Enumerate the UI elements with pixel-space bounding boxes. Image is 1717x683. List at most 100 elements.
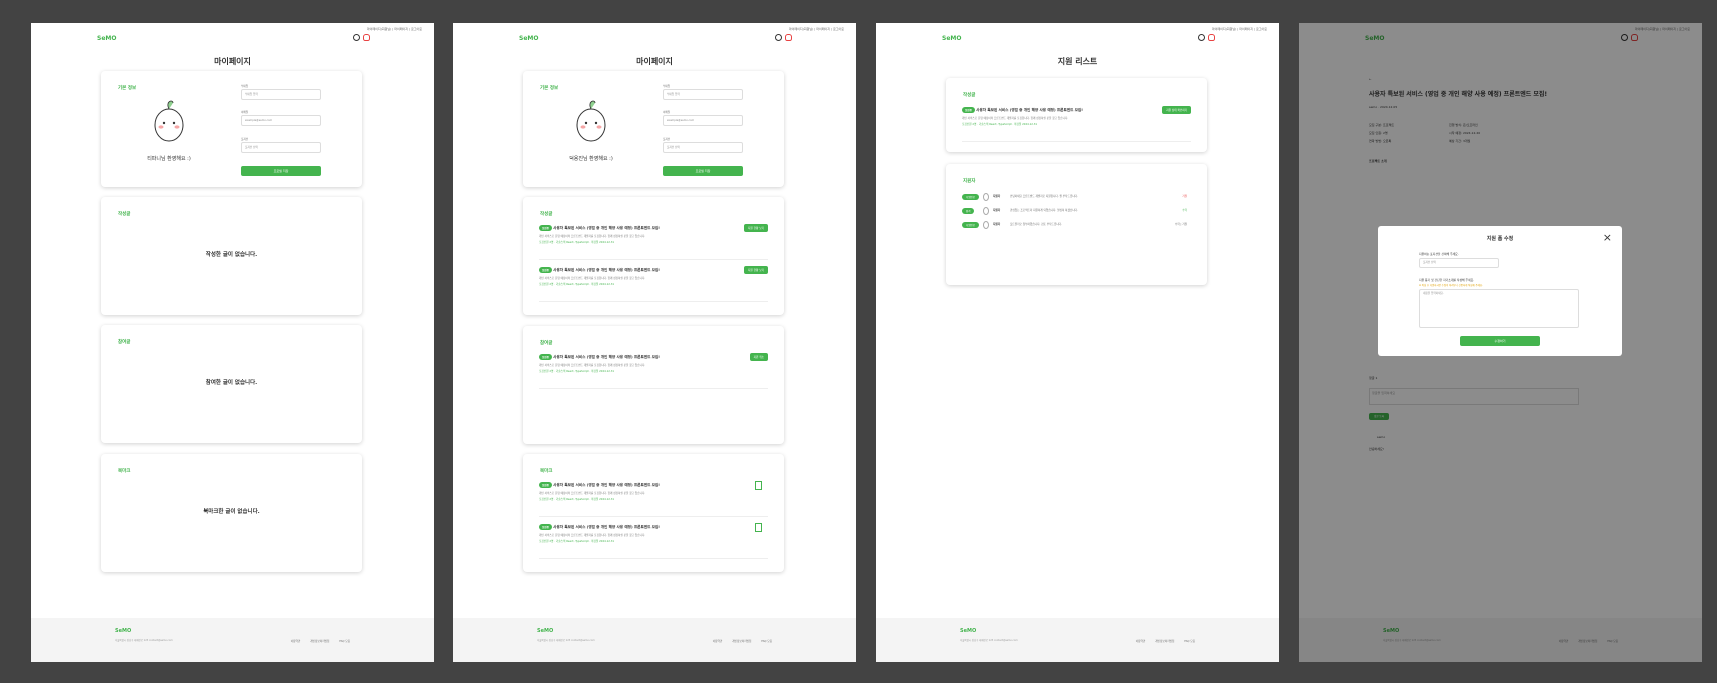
position-select[interactable]: 포지션 선택 xyxy=(1419,258,1499,268)
email-field[interactable]: example@semo.com xyxy=(241,115,321,126)
avatar xyxy=(983,193,989,201)
applicant-status[interactable]: 수락 | 거절 xyxy=(1175,222,1187,226)
joined-card: 참여글 모집중 사용자 특보된 서비스 (영업 중 개인 해양 사용 예정) 프… xyxy=(523,326,784,444)
footer-link-faq[interactable]: FAQ 모음 xyxy=(339,639,350,643)
footer-address: 서울특별시 강남구 테헤란로 123 contact@semo.com xyxy=(537,639,595,642)
bell-icon[interactable] xyxy=(785,34,792,41)
cancel-button[interactable]: 지원 취소 xyxy=(749,353,768,361)
close-icon[interactable]: × xyxy=(1603,232,1612,243)
written-card: 작성글 모집중 사용자 특보된 서비스 (영업 중 개인 해양 사용 예정) 프… xyxy=(946,78,1207,152)
status-badge: 모집중 xyxy=(962,107,975,113)
post-meta: 모집인원 2명 · 기술스택 React, TypeScript · 마감일 2… xyxy=(539,370,614,373)
footer-link-faq[interactable]: FAQ 모음 xyxy=(761,639,772,643)
logo[interactable]: SeMO xyxy=(942,35,961,42)
post-desc: 개인 서비스로 운영 예정이며 프론트엔드 개발자를 모집합니다. 함께 성장하… xyxy=(539,364,646,367)
written-card: 작성글 작성한 글이 없습니다. xyxy=(101,197,362,315)
applicant-text: 포트폴리오 첨부하였습니다. 검토 부탁드립니다. xyxy=(1010,223,1062,226)
role-label: 포지션 xyxy=(663,138,671,141)
bookmark-empty: 북마크한 글이 없습니다. xyxy=(203,509,260,515)
footer-link-terms[interactable]: 이용약관 xyxy=(291,639,301,643)
table-row[interactable]: 합격 지원자 관심있는 프로젝트라 지원하게 되었습니다. 열심히 하겠습니다.… xyxy=(962,207,1191,217)
status-badge: 모집중 xyxy=(539,524,552,530)
footer-link-terms[interactable]: 이용약관 xyxy=(713,639,723,643)
save-button[interactable]: 프로필 저장 xyxy=(241,166,321,176)
bell-icon[interactable] xyxy=(363,34,370,41)
table-row[interactable]: 지원완료 지원자 포트폴리오 첨부하였습니다. 검토 부탁드립니다. 수락 | … xyxy=(962,221,1191,231)
post-desc: 개인 서비스로 운영 예정이며 프론트엔드 개발자를 모집합니다. 함께 성장하… xyxy=(962,117,1069,120)
chat-icon[interactable] xyxy=(1198,34,1205,41)
page-title: 마이페이지 xyxy=(214,57,251,66)
welcome-text: 덕용진님 환영해요 :) xyxy=(569,156,613,162)
logo[interactable]: SeMO xyxy=(519,35,538,42)
nickname-label: 닉네임 xyxy=(241,85,249,88)
bookmark-icon[interactable] xyxy=(755,523,762,532)
footer-link-faq[interactable]: FAQ 모음 xyxy=(1184,639,1195,643)
submit-button[interactable]: 수정하기 xyxy=(1460,336,1540,346)
basic-info-card: 기본 정보 티파니님 환영해요 :) 닉네임 닉네임 입력 이메일 exampl… xyxy=(101,71,362,187)
post-title: 사용자 특보된 서비스 (영업 중 개인 해양 사용 예정) 프론트엔드 모집! xyxy=(553,355,660,359)
list-item[interactable]: 모집중 사용자 특보된 서비스 (영업 중 개인 해양 사용 예정) 프론트엔드… xyxy=(539,263,768,302)
modal-title: 지원 폼 수정 xyxy=(1486,236,1514,242)
bell-icon[interactable] xyxy=(1208,34,1215,41)
written-heading: 작성글 xyxy=(963,93,976,98)
footer-logo: SeMO xyxy=(537,628,554,634)
modal-note: ※ 작성 후 지원하시면 수정이 어려우니 신중하게 작성해 주세요. xyxy=(1419,284,1483,287)
post-detail-screen: 마이페이지(회원님) | 마이페이지 | 로그아웃 SeMO ← 사용자 특보된… xyxy=(1299,23,1702,662)
email-field[interactable]: example@semo.com xyxy=(663,115,743,126)
footer: SeMO 서울특별시 강남구 테헤란로 123 contact@semo.com… xyxy=(876,618,1279,662)
post-meta: 모집인원 2명 · 기술스택 React, TypeScript · 마감일 2… xyxy=(539,283,614,286)
chat-icon[interactable] xyxy=(775,34,782,41)
status-badge: 합격 xyxy=(962,208,975,214)
top-nav[interactable]: 마이페이지(회원님) | 마이페이지 | 로그아웃 xyxy=(1212,27,1267,31)
table-row[interactable]: 지원완료 지원자 안녕하세요 프론트엔드 개발자로 지원합니다. 잘 부탁드립니… xyxy=(962,193,1191,203)
list-item[interactable]: 모집중 사용자 특보된 서비스 (영업 중 개인 해양 사용 예정) 프론트엔드… xyxy=(539,221,768,260)
nickname-field[interactable]: 닉네임 입력 xyxy=(663,89,743,100)
post-meta: 모집인원 2명 · 기술스택 React, TypeScript · 마감일 2… xyxy=(539,241,614,244)
basic-info-heading: 기본 정보 xyxy=(118,86,137,91)
status-badge: 모집중 xyxy=(539,267,552,273)
list-item[interactable]: 모집중 사용자 특보된 서비스 (영업 중 개인 해양 사용 예정) 프론트엔드… xyxy=(539,350,768,389)
status-badge: 모집중 xyxy=(539,354,552,360)
basic-info-card: 기본 정보 덕용진님 환영해요 :) 닉네임 닉네임 입력 이메일 exampl… xyxy=(523,71,784,187)
status-button[interactable]: 지원 현황 보기 xyxy=(744,224,768,232)
bookmark-icon[interactable] xyxy=(755,481,762,490)
top-nav[interactable]: 마이페이지(회원님) | 마이페이지 | 로그아웃 xyxy=(367,27,422,31)
mascot-icon xyxy=(576,100,606,142)
post-desc: 개인 서비스로 운영 예정이며 프론트엔드 개발자를 모집합니다. 함께 성장하… xyxy=(539,492,646,495)
footer-link-privacy[interactable]: 개인정보처리방침 xyxy=(1155,639,1174,643)
top-nav[interactable]: 마이페이지(회원님) | 마이페이지 | 로그아웃 xyxy=(789,27,844,31)
post-title: 사용자 특보된 서비스 (영업 중 개인 해양 사용 예정) 프론트엔드 모집! xyxy=(976,108,1083,112)
nickname-field[interactable]: 닉네임 입력 xyxy=(241,89,321,100)
applicant-text: 관심있는 프로젝트라 지원하게 되었습니다. 열심히 하겠습니다. xyxy=(1010,209,1078,212)
motivation-textarea[interactable]: 내용을 입력하세요. xyxy=(1419,289,1579,328)
footer-link-privacy[interactable]: 개인정보처리방침 xyxy=(732,639,751,643)
post-desc: 개인 서비스로 운영 예정이며 프론트엔드 개발자를 모집합니다. 함께 성장하… xyxy=(539,235,646,238)
joined-heading: 참여글 xyxy=(540,341,553,346)
mypage-filled-screen: 마이페이지(회원님) | 마이페이지 | 로그아웃 SeMO 마이페이지 기본 … xyxy=(453,23,856,662)
bookmark-heading: 북마크 xyxy=(540,469,553,474)
applicant-name: 지원자 xyxy=(993,195,1001,198)
save-button[interactable]: 프로필 저장 xyxy=(663,166,743,176)
role-select[interactable]: 포지션 선택 xyxy=(663,142,743,153)
applicant-status[interactable]: 수락 xyxy=(1182,208,1187,212)
chat-icon[interactable] xyxy=(353,34,360,41)
applicant-status[interactable]: 거절 xyxy=(1182,194,1187,198)
role-select[interactable]: 포지션 선택 xyxy=(241,142,321,153)
written-card: 작성글 모집중 사용자 특보된 서비스 (영업 중 개인 해양 사용 예정) 프… xyxy=(523,197,784,315)
post-meta: 모집인원 2명 · 기술스택 React, TypeScript · 마감일 2… xyxy=(962,123,1037,126)
list-item[interactable]: 모집중 사용자 특보된 서비스 (영업 중 개인 해양 사용 예정) 프론트엔드… xyxy=(962,103,1191,142)
welcome-text: 티파니님 환영해요 :) xyxy=(147,156,191,162)
logo[interactable]: SeMO xyxy=(97,35,116,42)
list-item[interactable]: 모집중 사용자 특보된 서비스 (영업 중 개인 해양 사용 예정) 프론트엔드… xyxy=(539,520,768,559)
list-item[interactable]: 모집중 사용자 특보된 서비스 (영업 중 개인 해양 사용 예정) 프론트엔드… xyxy=(539,478,768,517)
applicant-heading: 지원자 xyxy=(963,179,976,184)
email-label: 이메일 xyxy=(663,111,671,114)
edit-apply-modal: 지원 폼 수정 × 지원하는 포지션을 선택해 주세요. 포지션 선택 지원 동… xyxy=(1378,226,1622,356)
status-button[interactable]: 지원 현황 보기 xyxy=(744,266,768,274)
footer-link-privacy[interactable]: 개인정보처리방침 xyxy=(310,639,329,643)
status-button[interactable]: 지원 상태 확인하기 xyxy=(1162,106,1191,114)
modal-q1: 지원하는 포지션을 선택해 주세요. xyxy=(1419,252,1459,256)
status-badge: 모집중 xyxy=(539,225,552,231)
role-label: 포지션 xyxy=(241,138,249,141)
footer-link-terms[interactable]: 이용약관 xyxy=(1136,639,1146,643)
